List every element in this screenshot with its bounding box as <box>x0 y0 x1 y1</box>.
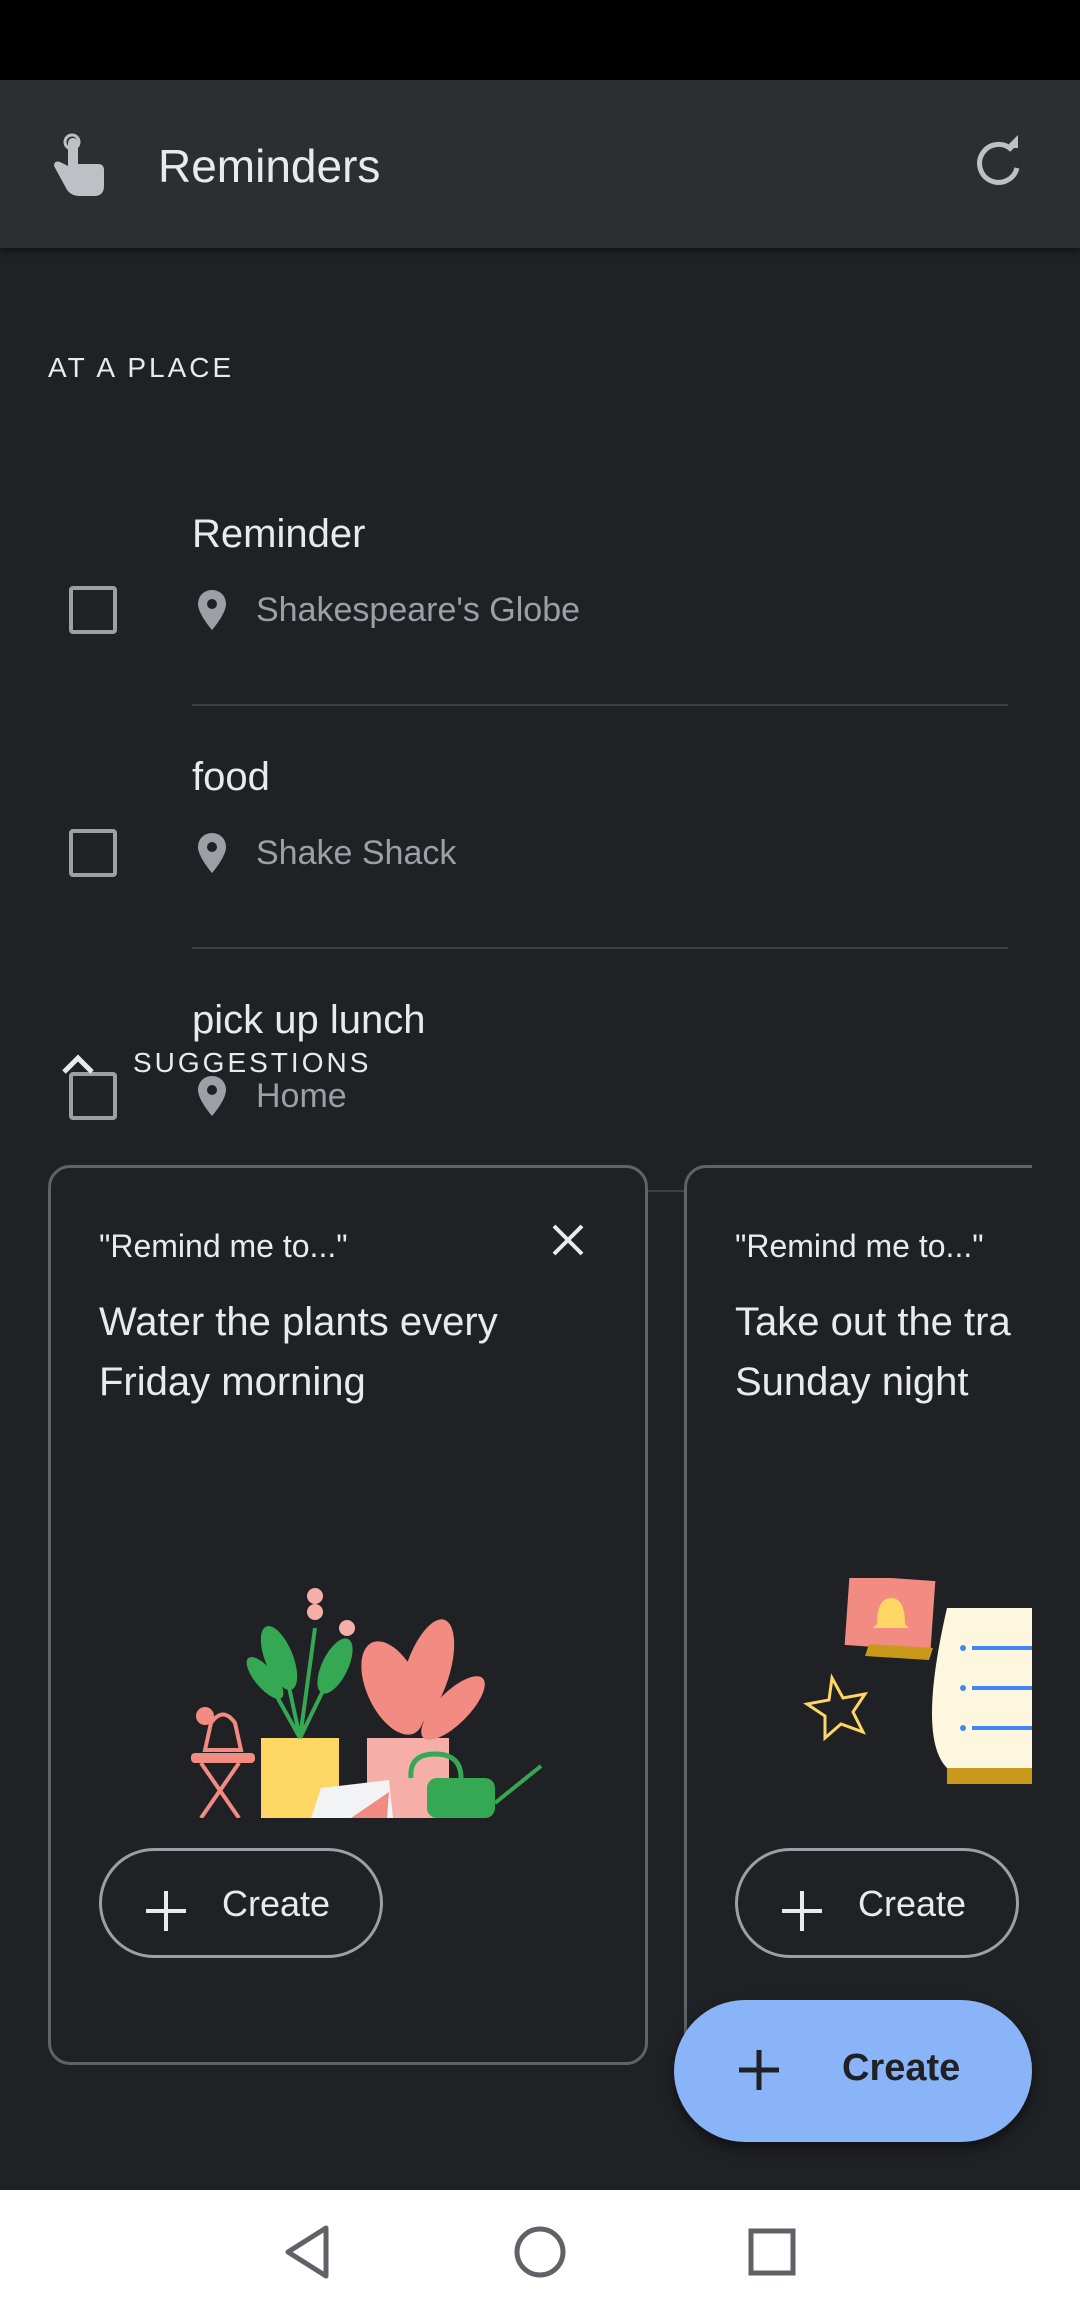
divider <box>192 947 1008 949</box>
app-title: Reminders <box>158 140 381 192</box>
reminder-place: Home <box>256 1077 347 1115</box>
status-bar <box>0 0 1080 80</box>
suggestion-card-line1: Take out the tra <box>735 1300 1011 1344</box>
reminder-title: Reminder <box>192 512 366 556</box>
reminder-list: AT A PLACE Reminder Shakespeare's Globe … <box>0 248 1080 2190</box>
location-pin-icon <box>198 833 226 873</box>
plus-icon <box>146 1891 186 1931</box>
suggestion-card-label: "Remind me to..." <box>735 1228 984 1264</box>
suggestion-card-label: "Remind me to..." <box>99 1228 348 1264</box>
reminder-title: food <box>192 755 270 799</box>
app-bar: Reminders <box>0 80 1080 248</box>
refresh-icon[interactable] <box>966 132 1030 196</box>
reminder-row[interactable]: Reminder Shakespeare's Globe <box>0 498 1080 741</box>
plants-illustration <box>191 1588 543 1818</box>
location-pin-icon <box>198 590 226 630</box>
reminder-place: Shakespeare's Globe <box>256 591 581 629</box>
plus-icon <box>782 1891 822 1931</box>
close-icon[interactable] <box>548 1220 588 1260</box>
suggestion-card-line2: Friday morning <box>99 1360 366 1404</box>
calendar-bell-illustration <box>803 1578 1032 1784</box>
create-button-label: Create <box>858 1883 967 1924</box>
reminder-row[interactable]: food Shake Shack <box>0 741 1080 984</box>
reminder-checbox[interactable] <box>69 829 117 877</box>
system-nav-bar <box>0 2190 1080 2312</box>
divider <box>192 704 1008 706</box>
section-header-suggestions[interactable]: SUGGESTIONS <box>133 1047 371 1079</box>
create-fab-label: Create <box>842 2047 961 2089</box>
back-icon[interactable] <box>278 2222 338 2282</box>
location-pin-icon <box>198 1076 226 1116</box>
home-icon[interactable] <box>510 2222 570 2282</box>
suggestion-card-clip: "Remind me to..." Take out the tra Sunda… <box>684 1165 1032 2065</box>
recents-icon[interactable] <box>742 2222 802 2282</box>
create-button[interactable]: Create <box>735 1848 1019 1958</box>
suggestion-card[interactable]: "Remind me to..." Water the plants every… <box>48 1165 648 2065</box>
suggestion-card-text: Take out the tra Sunday night <box>735 1292 1032 1412</box>
chevron-up-icon[interactable] <box>58 1048 98 1078</box>
create-button[interactable]: Create <box>99 1848 383 1958</box>
touch-hand-icon <box>54 133 104 196</box>
reminder-checkbox[interactable] <box>69 1072 117 1120</box>
reminder-place: Shake Shack <box>256 834 457 872</box>
reminder-checkbox[interactable] <box>69 586 117 634</box>
create-button-label: Create <box>222 1883 331 1924</box>
suggestion-card-line1: Water the plants every <box>99 1300 498 1344</box>
suggestion-card-line2: Sunday night <box>735 1360 969 1404</box>
reminder-title: pick up lunch <box>192 998 426 1042</box>
suggestion-card-text: Water the plants every Friday morning <box>99 1292 619 1412</box>
plus-icon <box>739 2050 779 2090</box>
section-header-at-a-place: AT A PLACE <box>48 352 235 383</box>
suggestion-card[interactable]: "Remind me to..." Take out the tra Sunda… <box>684 1165 1032 2065</box>
create-fab[interactable]: Create <box>674 2000 1032 2142</box>
